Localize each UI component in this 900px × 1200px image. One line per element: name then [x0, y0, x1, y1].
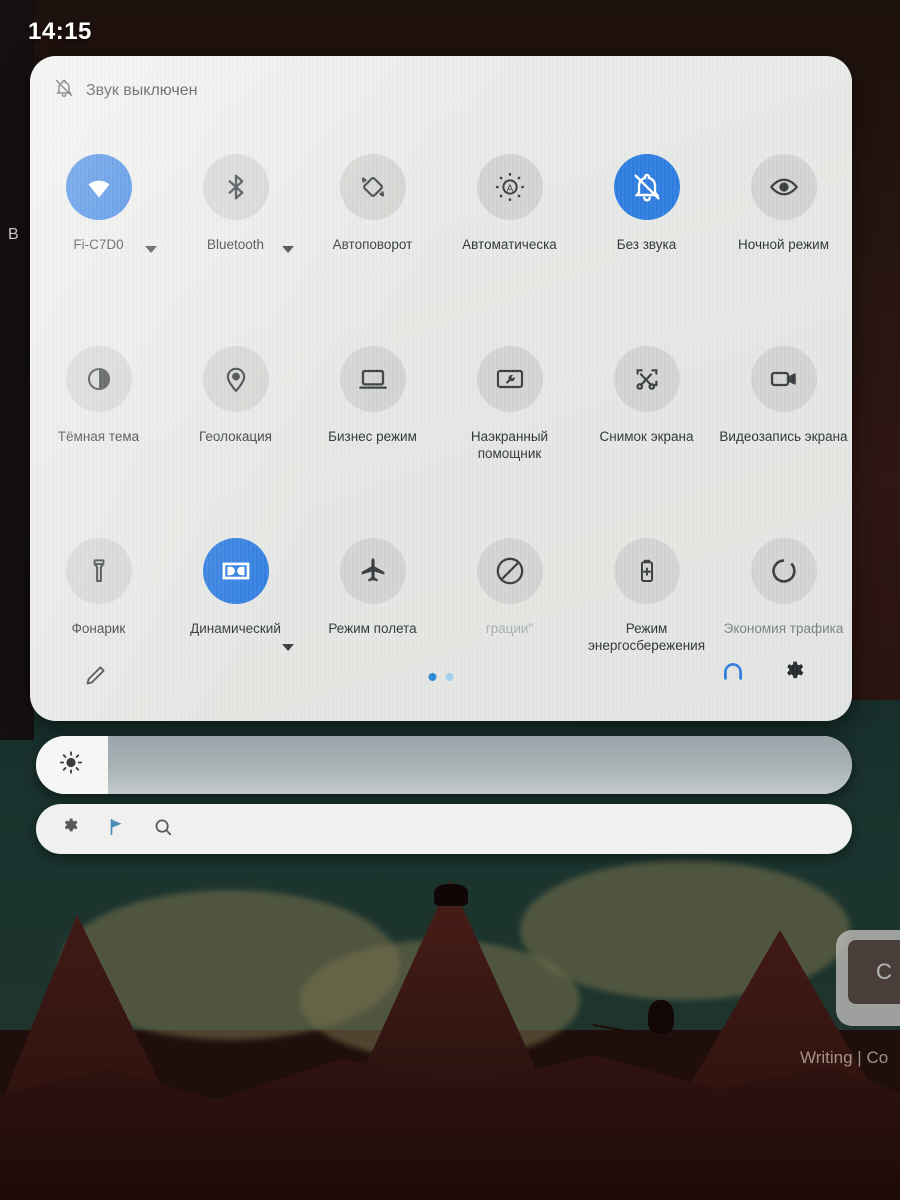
data-saver-icon: [768, 555, 800, 587]
tablet-screen-photo: В 14:15 Звук выключен Fi-C7D0 Bluetooth …: [0, 0, 900, 1200]
tile-night-mode[interactable]: Ночной режим: [715, 148, 852, 340]
tile-icon-container[interactable]: [750, 154, 817, 220]
tile-label: Фонарик: [71, 621, 126, 636]
bluetooth-icon: [221, 172, 251, 202]
tile-icon-container[interactable]: [339, 346, 406, 412]
underlying-app-edge: [0, 0, 34, 740]
tile-icon-container[interactable]: [613, 154, 680, 220]
tile-label: Без звука: [616, 237, 677, 252]
tile-label: грации": [485, 621, 534, 636]
tile-icon-container[interactable]: A: [476, 154, 543, 220]
laptop-icon: [357, 363, 389, 395]
tile-label: Fi-C7D0: [73, 237, 124, 252]
tile-screen-record[interactable]: Видеозапись экрана: [715, 340, 852, 532]
quick-settings-panel: Звук выключен Fi-C7D0 Bluetooth Автопово…: [30, 56, 852, 721]
page-indicator[interactable]: [428, 673, 454, 681]
tile-icon-container[interactable]: [65, 346, 132, 412]
tile-row: Fi-C7D0 Bluetooth Автоповорот A Автомати…: [30, 148, 852, 340]
screen-assistant-icon: [494, 363, 526, 395]
footer-actions: [720, 659, 808, 690]
tile-label: Бизнес режим: [328, 429, 417, 444]
physical-keycap: C: [836, 930, 900, 1026]
tile-label: Автоматическа: [462, 237, 557, 252]
screenshot-scissors-icon: [631, 363, 663, 395]
flag-icon[interactable]: [106, 816, 128, 843]
battery-saver-icon: [632, 556, 662, 586]
tile-label: Динамический: [190, 621, 281, 636]
eye-icon: [768, 171, 800, 203]
tile-label: Автоповорот: [332, 237, 413, 252]
tile-icon-container[interactable]: [339, 154, 406, 220]
tile-silent-mode[interactable]: Без звука: [578, 148, 715, 340]
tile-row: Тёмная тема Геолокация Бизнес режим Наэк…: [30, 340, 852, 532]
gear-icon[interactable]: [60, 816, 82, 843]
do-not-disturb-icon: [493, 554, 527, 588]
airplane-icon: [357, 555, 389, 587]
brightness-slider-track[interactable]: [108, 736, 852, 794]
tile-icon-container[interactable]: [613, 346, 680, 412]
tile-icon-container[interactable]: [65, 154, 132, 220]
tile-icon-container[interactable]: [339, 538, 406, 604]
bottom-toolbar: [36, 804, 852, 854]
search-icon[interactable]: [152, 816, 174, 843]
tile-label: Видеозапись экрана: [719, 429, 848, 444]
tile-icon-container[interactable]: [202, 346, 269, 412]
chevron-down-icon[interactable]: [282, 246, 294, 253]
tile-icon-container[interactable]: [476, 346, 543, 412]
tile-auto-rotate[interactable]: Автоповорот: [304, 148, 441, 340]
auto-brightness-icon: A: [494, 171, 526, 203]
quick-settings-tiles: Fi-C7D0 Bluetooth Автоповорот A Автомати…: [30, 148, 852, 721]
tile-business-mode[interactable]: Бизнес режим: [304, 340, 441, 532]
gear-icon[interactable]: [782, 659, 808, 690]
chevron-down-icon[interactable]: [145, 246, 157, 253]
flashlight-icon: [84, 556, 114, 586]
quick-settings-footer: [30, 649, 852, 721]
tile-label: Тёмная тема: [57, 429, 140, 444]
screen-record-icon: [768, 363, 800, 395]
tile-wifi[interactable]: Fi-C7D0: [30, 148, 167, 340]
tile-label: Снимок экрана: [599, 429, 694, 444]
tile-label: Режим полета: [328, 621, 417, 636]
tile-icon-container[interactable]: [750, 538, 817, 604]
quick-settings-header-label: Звук выключен: [86, 81, 198, 99]
tile-label: Экономия трафика: [723, 621, 844, 636]
tile-screenshot[interactable]: Снимок экрана: [578, 340, 715, 532]
tile-icon-container[interactable]: [65, 538, 132, 604]
tile-label: Ночной режим: [738, 237, 829, 252]
tile-icon-container[interactable]: [476, 538, 543, 604]
tile-location[interactable]: Геолокация: [167, 340, 304, 532]
tile-label: Наэкранный помощник: [470, 429, 549, 461]
svg-text:A: A: [506, 183, 513, 194]
page-dot-active[interactable]: [428, 673, 437, 681]
tile-screen-assistant[interactable]: Наэкранный помощник: [441, 340, 578, 532]
underlying-app-letter: В: [8, 226, 19, 243]
keycap-letter: C: [848, 940, 900, 1004]
pencil-icon[interactable]: [82, 663, 108, 694]
tile-icon-container[interactable]: [750, 346, 817, 412]
tile-icon-container[interactable]: [202, 154, 269, 220]
bell-off-icon: [54, 78, 74, 103]
status-clock: 14:15: [28, 18, 92, 45]
tile-icon-container[interactable]: [202, 538, 269, 604]
dolby-icon: [219, 554, 253, 588]
brightness-slider[interactable]: [36, 736, 852, 794]
auto-rotate-icon: [358, 172, 388, 202]
tile-bluetooth[interactable]: Bluetooth: [167, 148, 304, 340]
page-dot[interactable]: [445, 673, 454, 681]
tile-label: Геолокация: [199, 429, 272, 444]
brightness-sun-icon: [58, 750, 84, 781]
tile-auto-brightness[interactable]: A Автоматическа: [441, 148, 578, 340]
dark-theme-icon: [84, 364, 114, 394]
status-bar: 14:15: [0, 0, 900, 56]
tile-icon-container[interactable]: [613, 538, 680, 604]
location-pin-icon: [221, 364, 251, 394]
quick-settings-header: Звук выключен: [54, 78, 198, 103]
headset-icon[interactable]: [720, 659, 746, 690]
bell-off-icon: [631, 171, 663, 203]
wifi-icon: [82, 170, 116, 204]
tile-dark-theme[interactable]: Тёмная тема: [30, 340, 167, 532]
wallpaper-caption: Writing | Co: [800, 1048, 889, 1067]
